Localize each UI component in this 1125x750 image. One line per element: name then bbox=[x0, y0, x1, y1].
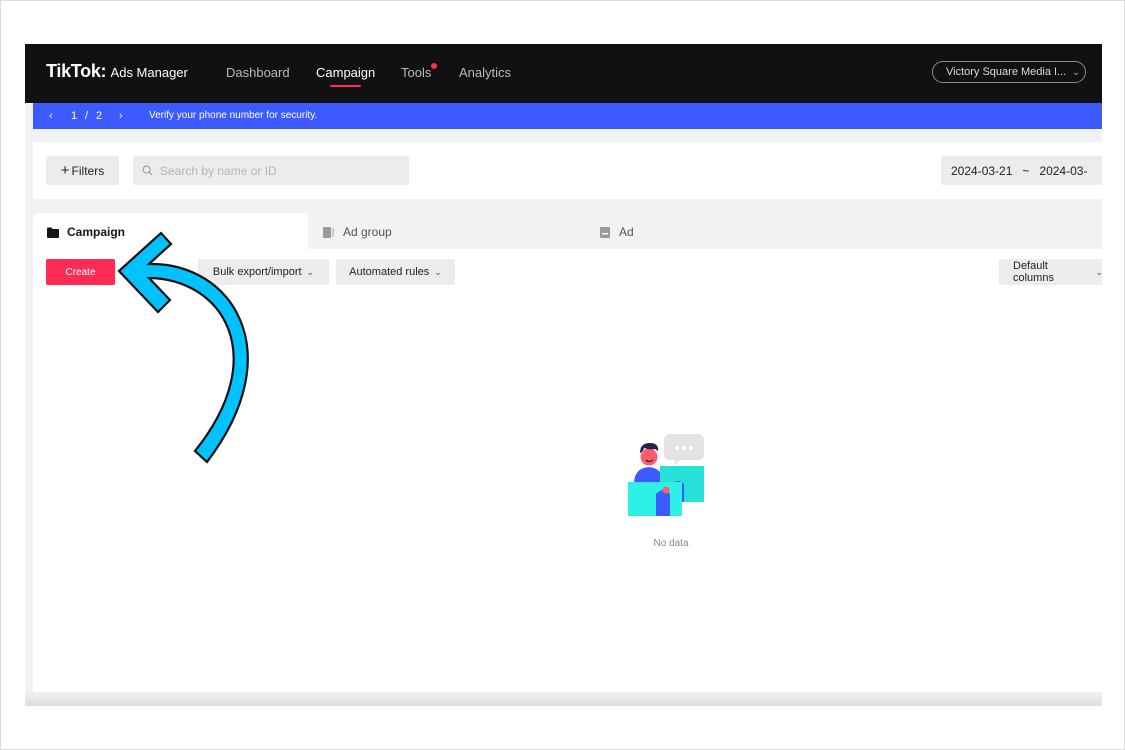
notification-dot bbox=[431, 63, 438, 69]
logo-separator: : bbox=[100, 61, 107, 81]
nav-item-label: Analytics bbox=[459, 65, 512, 80]
security-banner: ‹ 1 / 2 › Verify your phone number for s… bbox=[33, 103, 1102, 129]
tab-ad-group[interactable]: Ad group bbox=[323, 225, 392, 239]
nav-item-analytics[interactable]: Analytics bbox=[459, 65, 511, 80]
automated-rules-label: Automated rules bbox=[349, 266, 430, 278]
bulk-export-import-label: Bulk export/import bbox=[212, 266, 302, 278]
date-start: 2024-03-21 bbox=[951, 163, 1013, 178]
default-columns-label: Default columns bbox=[1013, 260, 1054, 284]
screenshot-frame: TikTok : Ads Manager Dashboard Campaign … bbox=[0, 0, 1125, 750]
tab-label: Ad group bbox=[343, 225, 392, 239]
empty-state-text: No data bbox=[653, 538, 689, 549]
date-separator: ~ bbox=[1022, 163, 1030, 178]
top-navigation: TikTok : Ads Manager Dashboard Campaign … bbox=[25, 44, 1102, 103]
banner-current-page: 1 bbox=[71, 110, 78, 122]
active-nav-indicator bbox=[330, 85, 362, 87]
filters-button[interactable]: + Filters bbox=[46, 156, 119, 185]
empty-illustration bbox=[628, 434, 704, 516]
nav-item-label: Tools bbox=[401, 65, 432, 80]
ads-manager-window: TikTok : Ads Manager Dashboard Campaign … bbox=[25, 44, 1102, 706]
filter-bar: + Filters 2024-03-21 ~ 2024-03- bbox=[33, 142, 1102, 199]
logo-brand: TikTok bbox=[46, 61, 101, 81]
logo-product: Ads Manager bbox=[110, 65, 188, 80]
tab-label: Campaign bbox=[67, 225, 126, 239]
document-icon bbox=[323, 226, 334, 238]
tab-campaign[interactable]: Campaign bbox=[47, 225, 125, 239]
nav-item-tools[interactable]: Tools bbox=[401, 63, 438, 80]
chevron-down-icon: ⌄ bbox=[434, 266, 442, 277]
chevron-down-icon: ⌄ bbox=[1072, 66, 1080, 77]
nav-item-campaign[interactable]: Campaign bbox=[316, 65, 376, 87]
chevron-down-icon: ⌄ bbox=[1095, 266, 1102, 277]
chevron-down-icon: ⌄ bbox=[306, 266, 315, 277]
account-selector[interactable]: Victory Square Media I... ⌄ bbox=[932, 61, 1086, 83]
create-button[interactable]: Create bbox=[46, 259, 115, 285]
account-name: Victory Square Media I... bbox=[946, 66, 1067, 78]
tab-label: Ad bbox=[619, 225, 634, 239]
banner-next-icon[interactable]: › bbox=[119, 110, 123, 122]
banner-message[interactable]: Verify your phone number for security. bbox=[149, 110, 317, 121]
nav-item-label: Dashboard bbox=[226, 65, 290, 80]
ad-icon bbox=[600, 226, 610, 238]
tiktok-ads-manager-logo[interactable]: TikTok : Ads Manager bbox=[46, 61, 188, 82]
filters-label: Filters bbox=[71, 163, 105, 178]
date-end: 2024-03- bbox=[1039, 163, 1088, 178]
automated-rules-button[interactable]: Automated rules ⌄ bbox=[336, 259, 455, 285]
banner-prev-icon[interactable]: ‹ bbox=[49, 110, 53, 122]
nav-item-dashboard[interactable]: Dashboard bbox=[226, 65, 290, 80]
banner-page-separator: / bbox=[85, 110, 89, 122]
folder-icon bbox=[47, 227, 59, 238]
plus-icon: + bbox=[60, 162, 70, 179]
nav-item-label: Campaign bbox=[316, 65, 376, 80]
search-box[interactable] bbox=[133, 156, 409, 185]
bottom-shadow bbox=[25, 692, 1102, 706]
level-tabs: Campaign Ad group Ad bbox=[33, 200, 1102, 249]
tab-ad[interactable]: Ad bbox=[599, 225, 634, 239]
banner-total-pages: 2 bbox=[96, 110, 103, 122]
search-input[interactable] bbox=[158, 162, 402, 179]
date-range-picker[interactable]: 2024-03-21 ~ 2024-03- bbox=[941, 156, 1102, 185]
campaign-table-area: Create Bulk export/import ⌄ Automated ru… bbox=[33, 249, 1102, 692]
search-icon bbox=[142, 165, 153, 176]
default-columns-button[interactable]: Default columns ⌄ bbox=[999, 259, 1102, 285]
bulk-export-import-button[interactable]: Bulk export/import ⌄ bbox=[198, 259, 329, 285]
